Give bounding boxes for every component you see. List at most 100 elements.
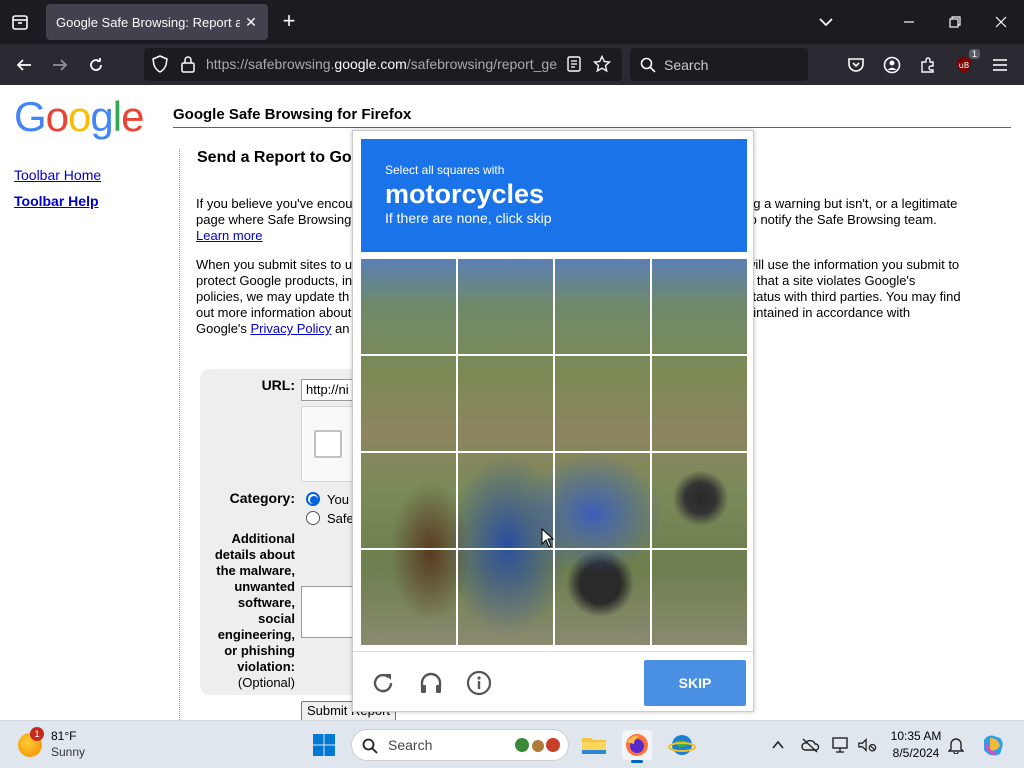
learn-more-link[interactable]: Learn more	[196, 228, 262, 243]
extensions-icon[interactable]	[916, 53, 940, 77]
challenge-header: Select all squares with motorcycles If t…	[361, 139, 747, 252]
logo-letter: o	[68, 93, 91, 140]
firefox-view-icon[interactable]	[8, 10, 32, 34]
content-divider	[179, 149, 180, 720]
search-highlight-icon	[514, 736, 562, 754]
challenge-tile[interactable]	[458, 453, 553, 548]
pocket-icon[interactable]	[844, 53, 868, 77]
address-bar[interactable]: https://safebrowsing.google.com/safebrow…	[144, 48, 622, 81]
skip-button[interactable]: SKIP	[644, 660, 746, 706]
challenge-tile[interactable]	[652, 356, 747, 451]
category-label: Category:	[229, 490, 295, 506]
menu-icon[interactable]	[988, 53, 1012, 77]
toolbar-help-link[interactable]: Toolbar Help	[14, 193, 99, 209]
search-placeholder: Search	[664, 56, 709, 73]
new-tab-icon[interactable]: +	[278, 10, 300, 33]
challenge-tile[interactable]	[361, 453, 456, 548]
recaptcha-checkbox[interactable]	[314, 430, 342, 458]
tab-bar: Google Safe Browsing: Report a Phishing …	[0, 0, 1024, 44]
search-icon	[640, 57, 656, 73]
back-icon[interactable]	[12, 53, 36, 77]
challenge-tile[interactable]	[361, 550, 456, 645]
reader-view-icon[interactable]	[562, 52, 586, 76]
challenge-target: motorcycles	[385, 179, 545, 209]
chevron-up-icon[interactable]	[768, 735, 788, 755]
category-option-2: Safe	[327, 511, 354, 526]
challenge-tile[interactable]	[652, 259, 747, 354]
close-window-icon[interactable]	[986, 8, 1016, 36]
challenge-tile[interactable]	[652, 550, 747, 645]
challenge-tile[interactable]	[458, 356, 553, 451]
challenge-tile[interactable]	[555, 259, 650, 354]
account-icon[interactable]	[880, 53, 904, 77]
challenge-tile[interactable]	[458, 550, 553, 645]
challenge-tile[interactable]	[555, 356, 650, 451]
active-app-indicator	[631, 760, 643, 763]
mouse-cursor-icon	[541, 528, 555, 548]
taskbar-search[interactable]: Search	[351, 729, 569, 761]
category-option-1: You	[327, 492, 349, 507]
firefox-taskbar-icon[interactable]	[622, 730, 652, 763]
file-explorer-icon[interactable]	[579, 730, 609, 760]
toolbar-home-link[interactable]: Toolbar Home	[14, 167, 101, 183]
restore-icon[interactable]	[940, 8, 970, 36]
title-divider	[173, 127, 1011, 128]
notification-bell-icon[interactable]	[946, 735, 966, 755]
challenge-tile[interactable]	[361, 356, 456, 451]
challenge-tile[interactable]	[361, 259, 456, 354]
google-logo[interactable]: Google	[14, 93, 144, 141]
search-icon	[362, 738, 378, 754]
shield-icon[interactable]	[148, 52, 172, 76]
logo-letter: e	[121, 93, 144, 140]
category-radio-1[interactable]	[306, 492, 320, 506]
category-radio-2[interactable]	[306, 511, 320, 525]
onedrive-icon[interactable]	[800, 735, 820, 755]
svg-text:uB: uB	[959, 61, 970, 70]
challenge-image-grid	[361, 259, 747, 645]
privacy-paragraph-left: When you submit sites to u protect Googl…	[196, 257, 353, 336]
reload-icon[interactable]	[84, 53, 108, 77]
page-heading: Send a Report to Go	[197, 149, 352, 166]
chevron-down-icon[interactable]	[816, 12, 836, 32]
minimize-icon[interactable]	[894, 8, 924, 36]
url-label: URL:	[261, 377, 295, 393]
info-icon[interactable]	[465, 669, 493, 697]
challenge-footer: SKIP	[353, 651, 753, 712]
weather-temperature[interactable]: 81°F	[51, 729, 76, 743]
active-tab[interactable]: Google Safe Browsing: Report a Phishing …	[46, 4, 268, 40]
recaptcha-challenge-dialog: Select all squares with motorcycles If t…	[352, 130, 754, 712]
site-title: Google Safe Browsing for Firefox	[173, 106, 412, 123]
challenge-tile[interactable]	[555, 550, 650, 645]
logo-letter: l	[112, 93, 122, 140]
weather-condition[interactable]: Sunny	[51, 745, 85, 759]
logo-letter: o	[45, 93, 69, 140]
privacy-policy-link[interactable]: Privacy Policy	[251, 321, 332, 336]
network-sound-icon[interactable]	[857, 735, 877, 755]
bookmark-star-icon[interactable]	[590, 52, 614, 76]
reload-challenge-icon[interactable]	[369, 669, 397, 697]
intro-paragraph-left: If you believe you've encour page where …	[196, 196, 357, 243]
lock-icon[interactable]	[176, 52, 200, 76]
weather-badge: 1	[30, 727, 44, 741]
logo-letter: g	[90, 93, 113, 140]
intro-paragraph-right: ng a warning but isn't, or a legitimate …	[746, 196, 958, 227]
url-text: https://safebrowsing.google.com/safebrow…	[206, 56, 558, 72]
windows-start-icon[interactable]	[312, 733, 336, 757]
privacy-paragraph-right: will use the information you submit to e…	[746, 257, 961, 320]
clock-time[interactable]: 10:35 AM	[886, 729, 946, 743]
clock-date[interactable]: 8/5/2024	[886, 746, 946, 760]
close-icon[interactable]: ✕	[242, 13, 260, 31]
challenge-tile[interactable]	[555, 453, 650, 548]
network-globe-icon[interactable]	[667, 730, 697, 760]
audio-challenge-icon[interactable]	[417, 669, 445, 697]
challenge-tile[interactable]	[652, 453, 747, 548]
forward-icon[interactable]	[48, 53, 72, 77]
display-icon[interactable]	[831, 735, 851, 755]
search-bar[interactable]: Search	[630, 48, 808, 81]
copilot-icon[interactable]	[980, 732, 1006, 758]
details-label: Additional details about the malware, un…	[214, 531, 295, 690]
challenge-instruction: Select all squares with	[385, 163, 505, 177]
challenge-tile[interactable]	[458, 259, 553, 354]
ublock-origin-icon[interactable]: uB 1	[952, 49, 980, 77]
challenge-subtext: If there are none, click skip	[385, 210, 552, 226]
